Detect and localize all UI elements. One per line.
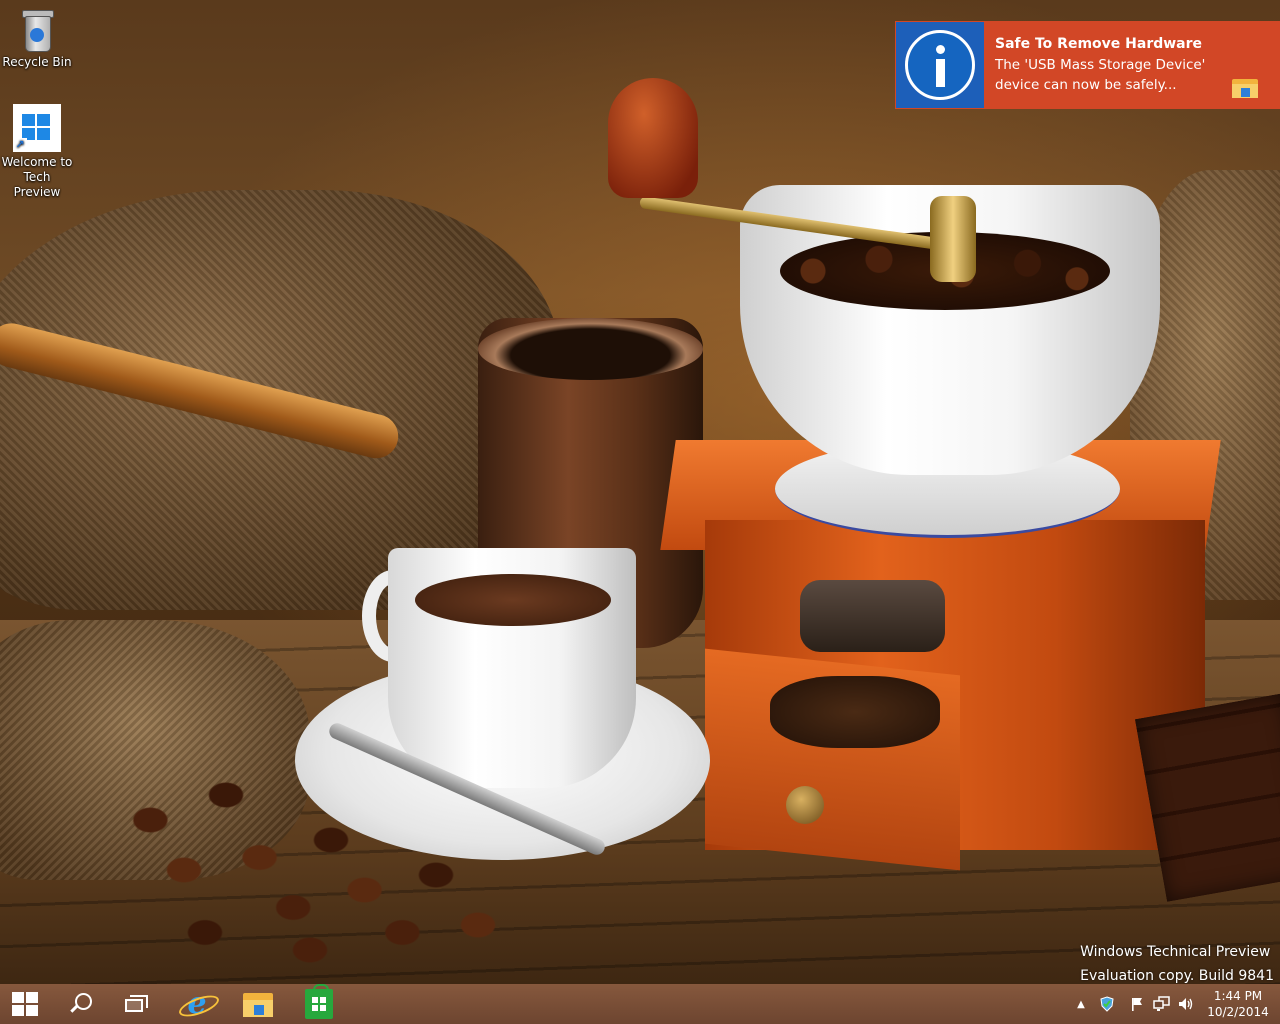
taskbar: e ▲ 1:44 PM 10/2/2014 xyxy=(0,984,1280,1024)
search-icon xyxy=(69,993,92,1015)
internet-explorer-button[interactable]: e xyxy=(172,984,222,1024)
desktop-icon-label-line1: Welcome to xyxy=(1,155,73,169)
taskbar-clock[interactable]: 1:44 PM 10/2/2014 xyxy=(1200,988,1276,1020)
store-icon xyxy=(305,984,333,1019)
clock-date: 10/2/2014 xyxy=(1207,1005,1269,1019)
wallpaper-coffee-beans xyxy=(100,720,520,970)
notification-toast[interactable]: Safe To Remove Hardware The 'USB Mass St… xyxy=(895,21,1280,109)
notification-icon-tile xyxy=(896,22,984,108)
wallpaper-coffee-grounds xyxy=(770,676,940,748)
store-button[interactable] xyxy=(294,984,344,1024)
info-icon xyxy=(905,30,975,100)
file-explorer-button[interactable] xyxy=(233,984,283,1024)
file-explorer-icon xyxy=(243,991,273,1017)
watermark-line1: Windows Technical Preview xyxy=(1080,944,1271,960)
wallpaper-cup-coffee xyxy=(415,574,611,626)
shortcut-arrow-icon: ↗ xyxy=(13,138,27,152)
volume-icon xyxy=(1179,998,1193,1010)
notification-body-line2: device can now be safely... xyxy=(995,77,1177,93)
build-watermark: Windows Technical Preview Evaluation cop… xyxy=(1080,940,1274,988)
recycle-bin-icon xyxy=(21,10,54,52)
action-center-flag-icon xyxy=(1132,998,1142,1011)
desktop-icon-welcome-tech-preview[interactable]: ↗ Welcome to Tech Preview xyxy=(0,104,74,200)
wallpaper-crank-knob xyxy=(608,78,698,198)
file-explorer-icon xyxy=(1232,76,1258,98)
start-button[interactable] xyxy=(0,984,50,1024)
notification-body: The 'USB Mass Storage Device' device can… xyxy=(995,55,1230,95)
task-view-icon xyxy=(125,995,149,1013)
internet-explorer-icon: e xyxy=(176,989,222,1021)
show-hidden-icons-button[interactable]: ▲ xyxy=(1072,984,1090,1024)
windows-logo-icon: ↗ xyxy=(13,104,61,152)
wallpaper-grinder-plate xyxy=(800,580,945,652)
notification-title: Safe To Remove Hardware xyxy=(995,36,1203,52)
windows-logo-icon xyxy=(12,992,38,1016)
tray-action-center-button[interactable] xyxy=(1126,984,1148,1024)
wallpaper-cezve-rim xyxy=(478,318,703,380)
wallpaper-drawer-knob xyxy=(786,786,824,824)
tray-network-button[interactable] xyxy=(1150,984,1174,1024)
desktop-icon-label: Recycle Bin xyxy=(2,55,72,69)
desktop-icon-label-line2: Tech Preview xyxy=(13,170,61,199)
security-shield-icon xyxy=(1100,996,1114,1012)
tray-volume-button[interactable] xyxy=(1174,984,1198,1024)
desktop-icon-recycle-bin[interactable]: Recycle Bin xyxy=(0,4,74,70)
wallpaper-crank-nut xyxy=(930,196,976,282)
chevron-up-icon: ▲ xyxy=(1077,998,1085,1010)
task-view-button[interactable] xyxy=(112,984,162,1024)
network-icon xyxy=(1153,996,1170,1011)
tray-security-button[interactable] xyxy=(1096,984,1118,1024)
notification-body-line1: The 'USB Mass Storage Device' xyxy=(995,57,1206,73)
search-button[interactable] xyxy=(55,984,105,1024)
desktop-wallpaper xyxy=(0,0,1280,984)
clock-time: 1:44 PM xyxy=(1213,989,1263,1003)
